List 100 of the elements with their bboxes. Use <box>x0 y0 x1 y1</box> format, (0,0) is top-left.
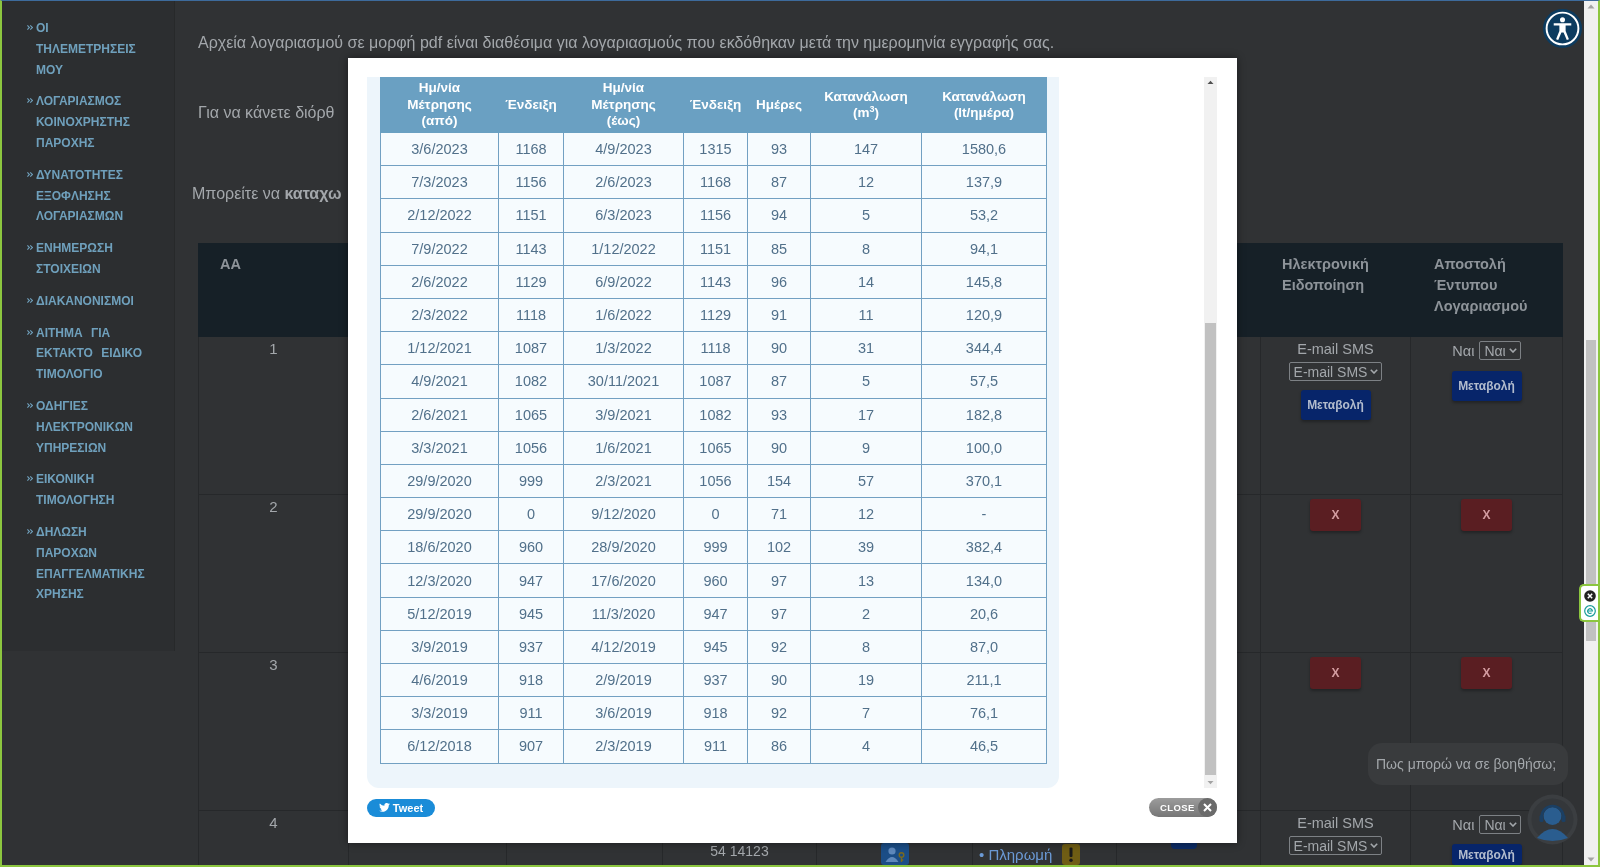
chevron-down-icon <box>1370 369 1379 374</box>
sidebar-link[interactable]: ΕΙΚΟΝΙΚΗ ΤΙΜΟΛΟΓΗΣΗ <box>27 469 152 511</box>
code-text: 54 14123 <box>710 844 769 859</box>
table-cell: 960 <box>683 563 748 598</box>
table-cell: 134,0 <box>921 563 1047 598</box>
chat-prompt[interactable]: Πως μπορώ να σε βοηθήσω; <box>1368 743 1569 785</box>
table-cell: 147 <box>810 132 922 166</box>
table-cell: 370,1 <box>921 464 1047 498</box>
table-cell: 999 <box>683 530 748 564</box>
table-cell: 918 <box>683 696 748 730</box>
table-cell: 5 <box>810 198 922 233</box>
table-cell: 4 <box>810 729 922 764</box>
sidebar-link[interactable]: ΕΝΗΜΕΡΩΣΗ ΣΤΟΙΧΕΙΩΝ <box>27 238 152 280</box>
table-cell: 85 <box>747 232 811 266</box>
table-cell: 1156 <box>498 165 564 199</box>
partial-button[interactable] <box>1171 843 1197 849</box>
double-chevron-icon <box>27 25 33 30</box>
payment-link[interactable]: • Πληρωμή <box>979 846 1053 863</box>
table-cell: 2/3/2019 <box>563 729 684 764</box>
remove-button[interactable]: X <box>1310 499 1361 531</box>
current-value: Ναι <box>1452 815 1475 834</box>
table-cell: 29/9/2020 <box>380 497 499 531</box>
support-agent-icon[interactable] <box>1527 794 1578 845</box>
remove-button[interactable]: X <box>1310 657 1361 689</box>
current-value: Ναι <box>1452 341 1475 360</box>
sidebar-link[interactable]: ΑΙΤΗΜΑ ΓΙΑ ΕΚΤΑΚΤΟ ΕΙΔΙΚΟ ΤΙΜΟΛΟΓΙΟ <box>27 322 152 385</box>
table-cell: 12/3/2020 <box>380 563 499 598</box>
dropdown[interactable]: Ναι <box>1479 341 1521 360</box>
remove-button[interactable]: X <box>1461 657 1512 689</box>
correction-note: Για να κάνετε διόρθ <box>198 103 335 123</box>
table-cell: 90 <box>747 663 811 697</box>
double-chevron-icon <box>27 297 33 303</box>
table-cell: 4/6/2019 <box>380 663 499 697</box>
table-cell: 90 <box>747 331 811 365</box>
row-number: 4 <box>269 814 278 831</box>
table-cell: 9 <box>810 431 922 465</box>
table-cell: 2/6/2021 <box>380 398 499 432</box>
table-cell: 2 <box>810 597 922 631</box>
sidebar-link[interactable]: ΔΗΛΩΣΗ ΠΑΡΟΧΩΝ ΕΠΑΓΓΕΛΜΑΤΙΚΗΣ ΧΡΗΣΗΣ <box>27 521 152 606</box>
scrollbar-thumb[interactable] <box>1205 323 1216 775</box>
table-cell: 17 <box>810 398 922 432</box>
dropdown[interactable]: Ναι <box>1479 815 1521 834</box>
sidebar-link[interactable]: ΔΙΑΚΑΝΟΝΙΣΜΟΙ <box>27 290 152 312</box>
table-cell: 57 <box>810 464 922 498</box>
table-cell: 1065 <box>498 398 564 432</box>
double-chevron-icon <box>27 171 33 177</box>
table-cell: 6/3/2023 <box>563 198 684 233</box>
close-button[interactable]: CLOSE <box>1149 798 1217 817</box>
table-cell: 76,1 <box>921 696 1047 730</box>
user-key-icon[interactable] <box>880 843 909 865</box>
table-cell: 30/11/2021 <box>563 364 684 398</box>
sidebar-link[interactable]: ΟΔΗΓΙΕΣ ΗΛΕΚΤΡΟΝΙΚΩΝ ΥΠΗΡΕΣΙΩΝ <box>27 395 152 459</box>
modal-scrollbar[interactable] <box>1204 77 1217 788</box>
table-cell: 3/3/2021 <box>380 431 499 465</box>
sidebar-link[interactable]: ΔΥΝΑΤΟΤΗΤΕΣ ΕΞΟΦΛΗΣΗΣ ΛΟΓΑΡΙΑΣΜΩΝ <box>27 164 152 228</box>
table-cell: 102 <box>747 530 811 564</box>
column-header: Ημ/νία Μέτρησης (από) <box>380 77 499 133</box>
table-cell: 911 <box>683 729 748 764</box>
table-cell: 344,4 <box>921 331 1047 365</box>
column-header: Αποστολή Έντυπου Λογαριασμού <box>1434 255 1529 316</box>
table-cell: 100,0 <box>921 431 1047 465</box>
table-cell: 97 <box>747 563 811 598</box>
table-cell: 1129 <box>498 265 564 299</box>
table-cell: 911 <box>498 696 564 730</box>
change-button[interactable]: Μεταβολή <box>1300 390 1371 420</box>
table-cell: 1156 <box>683 198 748 233</box>
sidebar-link[interactable]: ΛΟΓΑΡΙΑΣΜΟΣ ΚΟΙΝΟΧΡΗΣΤΗΣ ΠΑΡΟΧΗΣ <box>27 91 152 154</box>
page-scrollbar[interactable] <box>1584 1 1598 865</box>
table-cell: 960 <box>498 530 564 564</box>
tweet-button[interactable]: Tweet <box>367 798 435 817</box>
table-cell: 6/12/2018 <box>380 729 499 764</box>
remove-button[interactable]: X <box>1461 499 1512 531</box>
table-cell: 91 <box>747 298 811 332</box>
table-cell: 937 <box>683 663 748 697</box>
sidebar-link[interactable]: ΟΙ ΤΗΛΕΜΕΤΡΗΣΕΙΣ ΜΟΥ <box>27 18 152 81</box>
chevron-down-icon <box>1370 843 1379 848</box>
table-cell: 3/6/2019 <box>563 696 684 730</box>
table-cell: 94,1 <box>921 232 1047 266</box>
table-cell: 1/12/2021 <box>380 331 499 365</box>
row-number: 1 <box>269 340 278 357</box>
table-cell: 7 <box>810 696 922 730</box>
table-cell: 1082 <box>683 398 748 432</box>
table-cell: 17/6/2020 <box>563 563 684 598</box>
close-icon[interactable] <box>1584 589 1596 602</box>
table-cell: 2/6/2022 <box>380 265 499 299</box>
bird-icon <box>378 803 390 812</box>
change-button[interactable]: Μεταβολή <box>1451 371 1522 401</box>
table-cell: 3/6/2023 <box>380 132 499 166</box>
change-button[interactable]: Μεταβολή <box>1451 844 1522 865</box>
accessibility-icon[interactable] <box>1543 9 1582 48</box>
table-cell: 5 <box>810 364 922 398</box>
table-cell: 3/9/2021 <box>563 398 684 432</box>
table-cell: 2/12/2022 <box>380 198 499 233</box>
table-cell: 90 <box>747 431 811 465</box>
scrollbar-thumb[interactable] <box>1586 340 1596 641</box>
double-chevron-icon <box>27 476 33 482</box>
register-note: Μπορείτε να καταχω <box>192 184 342 204</box>
dropdown[interactable]: E-mail SMS <box>1288 362 1383 381</box>
table-cell: - <box>921 497 1047 531</box>
dropdown[interactable]: E-mail SMS <box>1288 836 1383 855</box>
